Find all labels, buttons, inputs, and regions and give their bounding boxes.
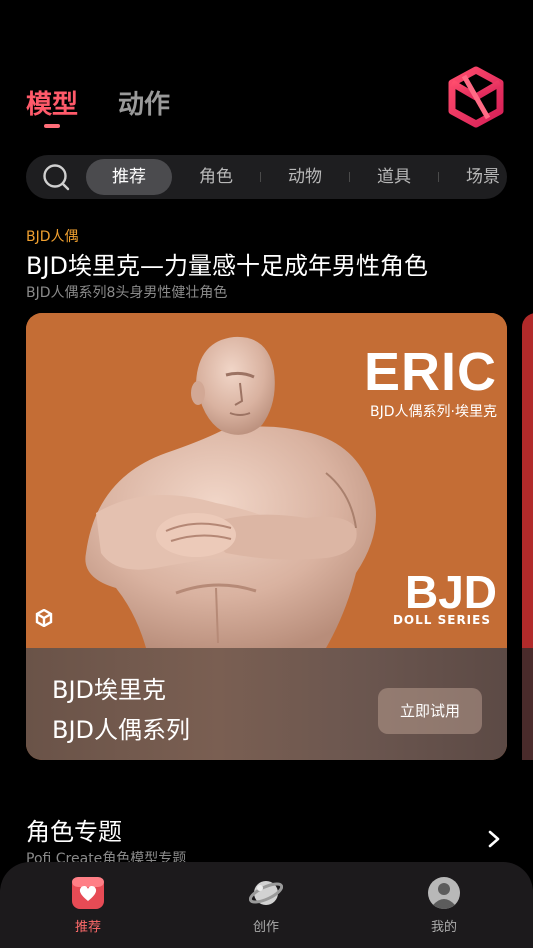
bottom-nav: 推荐 创作 我的 [0, 862, 533, 948]
recommend-icon [72, 877, 104, 909]
avatar-icon [428, 877, 460, 909]
next-card-peek[interactable] [522, 313, 533, 760]
category-character[interactable]: 角色 [172, 159, 260, 195]
bjd-brand-subtitle: DOLL SERIES [392, 613, 491, 627]
try-now-button[interactable]: 立即试用 [378, 688, 482, 734]
section-title: 角色专题 [26, 818, 122, 846]
feature-title[interactable]: BJD埃里克—力量感十足成年男性角色 [26, 246, 428, 281]
planet-icon [249, 881, 283, 905]
nav-label-mine: 我的 [430, 920, 457, 935]
model-series: BJD人偶系列 [52, 716, 191, 744]
nav-label-create: 创作 [252, 920, 279, 935]
feature-tag: BJD人偶 [26, 229, 79, 245]
category-bar: 推荐 角色 动物 道具 场景 [26, 155, 507, 199]
category-scene[interactable]: 场景 [439, 159, 507, 195]
category-recommend[interactable]: 推荐 [86, 159, 172, 195]
art-subtitle: BJD人偶系列·埃里克 [370, 404, 497, 420]
card-info-panel: BJD埃里克 BJD人偶系列 立即试用 [26, 648, 507, 760]
model-name: BJD埃里克 [52, 676, 167, 704]
nav-recommend[interactable]: 推荐 [48, 876, 128, 935]
nav-label-recommend: 推荐 [74, 920, 101, 935]
category-animal[interactable]: 动物 [261, 159, 349, 195]
bjd-brand-logo: BJD [404, 566, 497, 618]
category-prop[interactable]: 道具 [350, 159, 438, 195]
search-icon[interactable] [42, 163, 70, 191]
featured-model-card[interactable]: ERIC BJD人偶系列·埃里克 BJD DOLL SERIES BJD埃里克 … [26, 313, 507, 760]
top-tab-bar: 模型 动作 [26, 84, 170, 128]
nav-mine[interactable]: 我的 [404, 876, 484, 935]
tab-model[interactable]: 模型 [26, 84, 78, 128]
art-title: ERIC [363, 342, 497, 402]
watermark-logo-icon [35, 609, 53, 627]
app-logo-icon [448, 66, 504, 128]
feature-subtitle: BJD人偶系列8头身男性健壮角色 [26, 285, 228, 301]
chevron-right-icon[interactable] [486, 828, 502, 850]
nav-create[interactable]: 创作 [226, 876, 306, 935]
tab-action[interactable]: 动作 [118, 84, 170, 121]
